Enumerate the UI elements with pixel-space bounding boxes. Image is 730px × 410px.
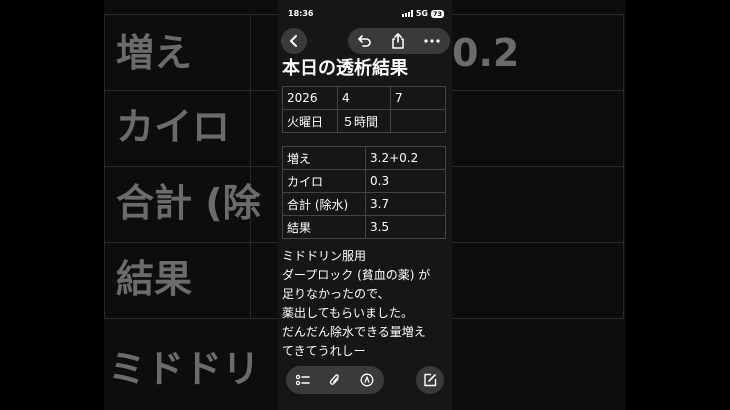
table-row: 火曜日 ５時間 [282,109,446,133]
note-line: 足りなかったので、 [282,287,390,301]
checklist-icon[interactable] [295,374,310,386]
back-button[interactable] [281,28,307,54]
status-time: 18:36 [288,9,314,18]
table-cell: ５時間 [337,109,391,133]
bottom-toolbar [286,366,384,394]
compose-button[interactable] [416,366,444,394]
compose-icon [423,373,437,387]
background-label: カイロ [116,105,231,149]
note-line: 薬出してもらいました。 [282,306,414,320]
table-cell: 合計 (除水) [282,192,366,216]
note-line: だんだん除水できる量増え [282,325,426,339]
network-label: 5G [415,9,428,18]
table-row: 増え 3.2+0.2 [282,146,446,170]
note-line: てきてうれしー [282,344,366,358]
table-cell: 4 [337,86,391,110]
table-cell: 3.7 [365,192,446,216]
status-bar: 18:36 5G 73 [278,0,452,26]
table-cell: 3.2+0.2 [365,146,446,170]
note-line: ミドドリン服用 [282,249,367,263]
note-title: 本日の透析結果 [282,58,408,79]
note-actions-toolbar [348,28,450,54]
background-label: 結果 [116,257,193,301]
table-cell: 3.5 [365,215,446,239]
note-line: ダープロック (貧血の薬) が [282,268,431,282]
undo-icon[interactable] [357,34,372,48]
share-icon[interactable] [391,33,405,49]
background-label: ミドドリ [108,347,261,391]
background-label: 合計 (除 [116,181,261,225]
note-body[interactable]: ミドドリン服用 ダープロック (貧血の薬) が 足りなかったので、 薬出してもら… [282,247,430,361]
table-cell [390,109,446,133]
table-row: 2026 4 7 [282,86,446,110]
background-label: 増え [116,31,193,75]
table-row: カイロ 0.3 [282,169,446,193]
table-cell: カイロ [282,169,366,193]
table-row: 合計 (除水) 3.7 [282,192,446,216]
pen-circle-icon[interactable] [360,373,374,387]
table-cell: 0.3 [365,169,446,193]
signal-icon [401,10,413,17]
table-row: 結果 3.5 [282,215,446,239]
background-value: 0.2 [452,31,520,75]
table-cell: 結果 [282,215,366,239]
paperclip-icon[interactable] [329,373,341,387]
chevron-left-icon [288,35,300,47]
table-cell: 7 [390,86,446,110]
table-cell: 増え [282,146,366,170]
table-cell: 2026 [282,86,338,110]
results-table: 増え 3.2+0.2 カイロ 0.3 合計 (除水) 3.7 結果 3.5 [282,146,446,239]
table-cell: 火曜日 [282,109,338,133]
battery-icon: 73 [430,9,444,18]
phone-screen: 18:36 5G 73 本日の透析結果 2026 4 7 火曜日 ５時間 増え … [278,0,452,410]
ellipsis-icon[interactable] [424,39,440,43]
date-table: 2026 4 7 火曜日 ５時間 [282,86,446,133]
